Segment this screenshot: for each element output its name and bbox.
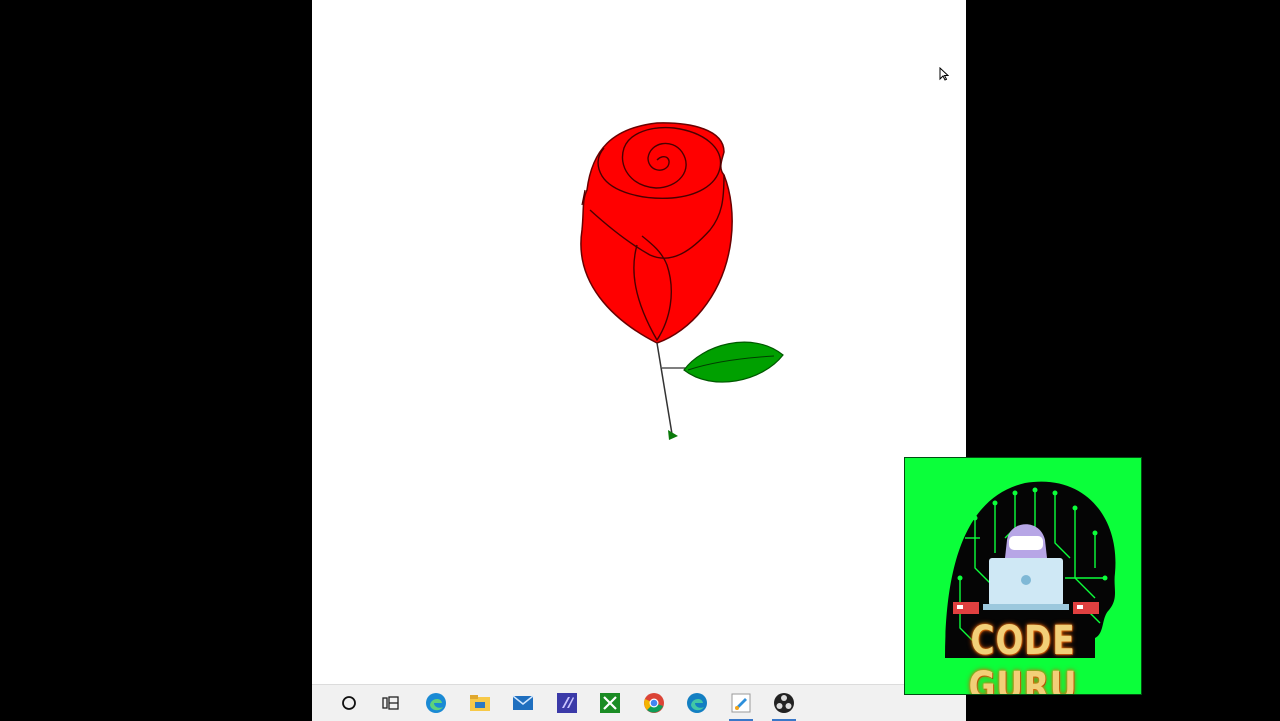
turtle-cursor-icon [668, 430, 678, 440]
photo-app-icon[interactable] [555, 691, 579, 715]
edge-beta-icon[interactable] [685, 691, 709, 715]
rose-stem [656, 342, 673, 435]
paint-app-icon[interactable] [729, 691, 753, 721]
chrome-icon[interactable] [642, 691, 666, 715]
xbox-icon[interactable] [598, 691, 622, 715]
edge-icon[interactable] [424, 691, 448, 715]
rose-drawing [580, 122, 784, 440]
logo-title: CODE GURU [968, 618, 1078, 695]
obs-icon[interactable] [772, 691, 796, 721]
rose-petals [580, 122, 733, 344]
file-explorer-icon[interactable] [468, 691, 492, 715]
rose-leaf [683, 341, 784, 383]
taskbar [312, 684, 966, 721]
cortana-search-icon[interactable] [337, 691, 361, 715]
mouse-pointer-icon [939, 66, 950, 85]
drawing-canvas[interactable] [312, 0, 966, 684]
left-letterbox [0, 0, 312, 720]
code-guru-logo: CODE GURU [904, 457, 1142, 695]
mail-icon[interactable] [511, 691, 535, 715]
task-view-icon[interactable] [379, 691, 403, 715]
